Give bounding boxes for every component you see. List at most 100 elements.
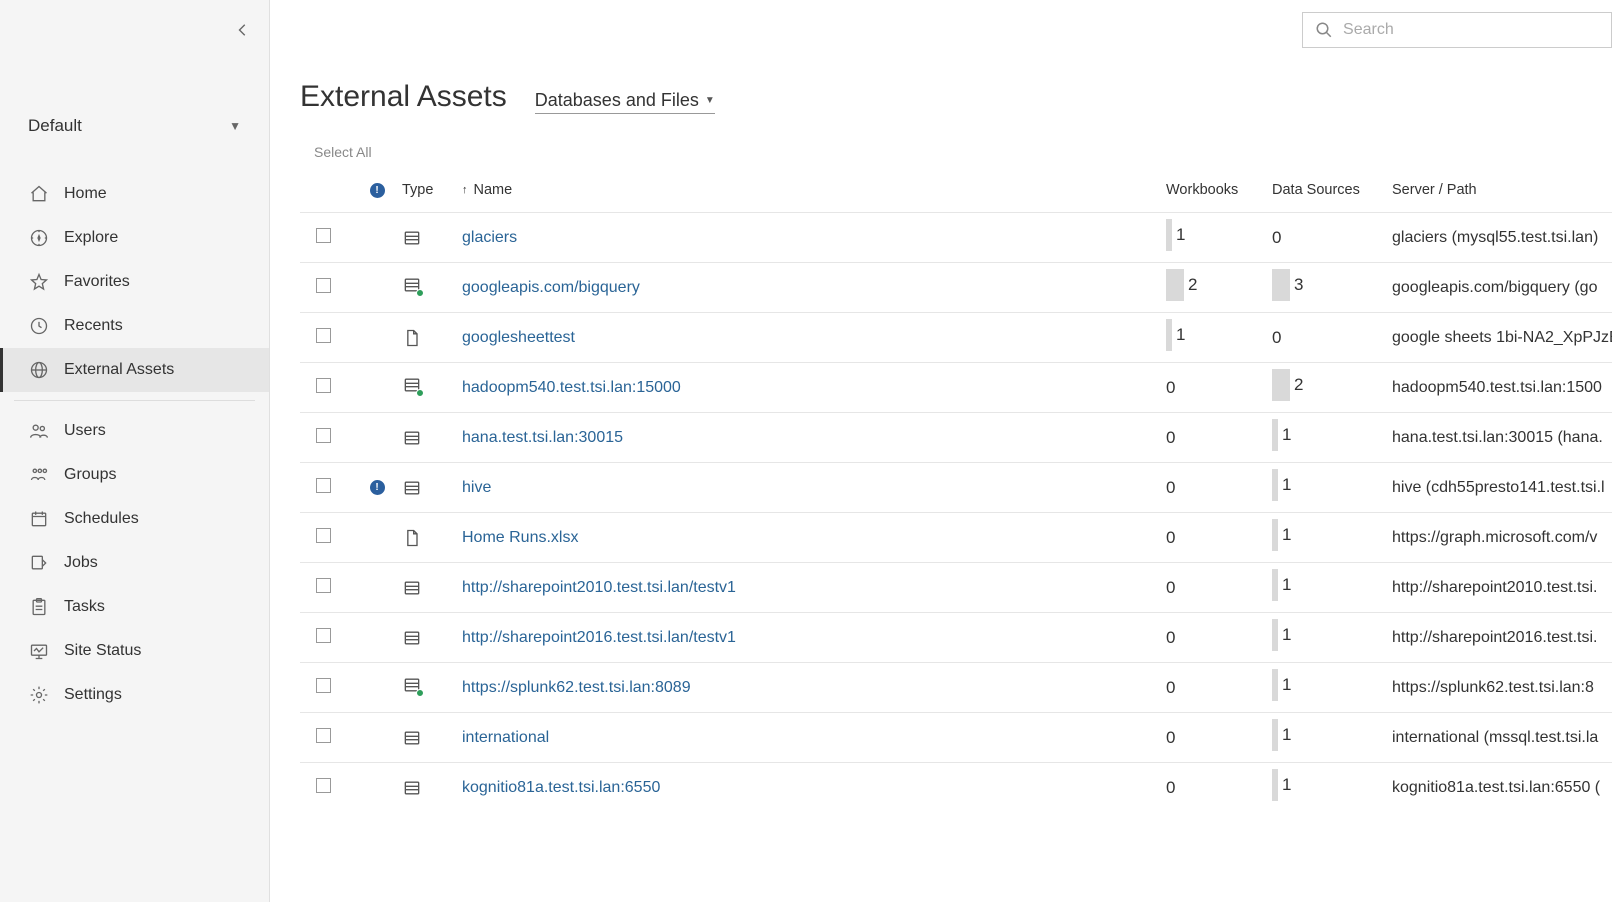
datasources-count: 0 — [1272, 328, 1281, 348]
asset-name-link[interactable]: googleapis.com/bigquery — [462, 279, 640, 297]
users-icon — [28, 420, 50, 442]
search-icon — [1315, 20, 1333, 40]
table-row: glaciers 1 0 glaciers (mysql55.test.tsi.… — [300, 212, 1612, 262]
datasources-count: 1 — [1272, 469, 1291, 501]
workbooks-count: 0 — [1166, 778, 1175, 798]
nav-item-jobs[interactable]: Jobs — [0, 541, 269, 585]
table-row: ! hive 0 1 hive (cdh55presto141.test.tsi… — [300, 462, 1612, 512]
server-path: https://splunk62.test.tsi.lan:8 — [1392, 679, 1594, 696]
workbooks-count: 1 — [1166, 319, 1185, 351]
server-path: http://sharepoint2016.test.tsi. — [1392, 629, 1597, 646]
row-checkbox[interactable] — [316, 628, 331, 643]
nav-item-schedules[interactable]: Schedules — [0, 497, 269, 541]
nav-item-tasks[interactable]: Tasks — [0, 585, 269, 629]
asset-name-link[interactable]: http://sharepoint2016.test.tsi.lan/testv… — [462, 629, 736, 647]
workbooks-count: 0 — [1166, 378, 1175, 398]
asset-name-link[interactable]: googlesheettest — [462, 329, 575, 347]
site-name: Default — [28, 116, 82, 136]
nav-item-groups[interactable]: Groups — [0, 453, 269, 497]
jobs-icon — [28, 552, 50, 574]
nav-item-home[interactable]: Home — [0, 172, 269, 216]
page-title: External Assets — [300, 80, 507, 114]
page-header: External Assets Databases and Files ▼ — [300, 80, 1612, 114]
server-path: kognitio81a.test.tsi.lan:6550 ( — [1392, 779, 1600, 796]
asset-name-link[interactable]: http://sharepoint2010.test.tsi.lan/testv… — [462, 579, 736, 597]
alert-icon: ! — [370, 480, 385, 495]
asset-name-link[interactable]: https://splunk62.test.tsi.lan:8089 — [462, 679, 691, 697]
server-path: international (mssql.test.tsi.la — [1392, 729, 1598, 746]
nav-item-site-status[interactable]: Site Status — [0, 629, 269, 673]
nav-item-favorites[interactable]: Favorites — [0, 260, 269, 304]
col-path-header[interactable]: Server / Path — [1392, 182, 1612, 198]
select-all-button[interactable]: Select All — [300, 144, 1612, 160]
db-icon — [402, 628, 462, 648]
row-checkbox[interactable] — [316, 428, 331, 443]
asset-name-link[interactable]: hadoopm540.test.tsi.lan:15000 — [462, 379, 681, 397]
nav-item-explore[interactable]: Explore — [0, 216, 269, 260]
datasources-count: 1 — [1272, 519, 1291, 551]
row-checkbox[interactable] — [316, 378, 331, 393]
nav-label: Explore — [64, 229, 118, 247]
nav-label: Groups — [64, 466, 116, 484]
workbooks-count: 0 — [1166, 428, 1175, 448]
chevron-left-icon — [236, 23, 250, 37]
datasources-count: 1 — [1272, 569, 1291, 601]
col-workbooks-header[interactable]: Workbooks — [1166, 182, 1272, 198]
asset-name-link[interactable]: hive — [462, 479, 491, 497]
search-box[interactable] — [1302, 12, 1612, 48]
gear-icon — [28, 684, 50, 706]
nav-item-recents[interactable]: Recents — [0, 304, 269, 348]
asset-name-link[interactable]: international — [462, 729, 549, 747]
row-checkbox[interactable] — [316, 228, 331, 243]
server-path: hive (cdh55presto141.test.tsi.l — [1392, 479, 1605, 496]
table-row: http://sharepoint2016.test.tsi.lan/testv… — [300, 612, 1612, 662]
nav-label: Users — [64, 422, 106, 440]
row-checkbox[interactable] — [316, 478, 331, 493]
nav-label: Settings — [64, 686, 122, 704]
datasources-count: 0 — [1272, 228, 1281, 248]
asset-filter-dropdown[interactable]: Databases and Files ▼ — [535, 90, 715, 114]
asset-name-link[interactable]: hana.test.tsi.lan:30015 — [462, 429, 623, 447]
workbooks-count: 2 — [1166, 269, 1197, 301]
file-icon — [402, 328, 462, 348]
collapse-sidebar-button[interactable] — [231, 18, 255, 42]
asset-name-link[interactable]: glaciers — [462, 229, 517, 247]
db-icon — [402, 478, 462, 498]
col-type-header[interactable]: Type — [402, 182, 462, 198]
nav-label: External Assets — [64, 361, 174, 379]
db-icon — [402, 778, 462, 798]
workbooks-count: 0 — [1166, 678, 1175, 698]
workbooks-count: 0 — [1166, 728, 1175, 748]
sidebar: Default ▼ Home Explore Favorites Recents Ext… — [0, 0, 270, 902]
alert-header-icon: ! — [370, 183, 385, 198]
nav-label: Favorites — [64, 273, 130, 291]
file-icon — [402, 528, 462, 548]
col-datasources-header[interactable]: Data Sources — [1272, 182, 1392, 198]
table-row: googleapis.com/bigquery 2 3 googleapis.c… — [300, 262, 1612, 312]
asset-name-link[interactable]: kognitio81a.test.tsi.lan:6550 — [462, 779, 660, 797]
filter-label: Databases and Files — [535, 90, 699, 111]
db-icon — [402, 578, 462, 598]
nav-item-external-assets[interactable]: External Assets — [0, 348, 269, 392]
table-row: googlesheettest 1 0 google sheets 1bi-NA… — [300, 312, 1612, 362]
row-checkbox[interactable] — [316, 528, 331, 543]
db-icon — [402, 728, 462, 748]
row-checkbox[interactable] — [316, 278, 331, 293]
search-input[interactable] — [1343, 21, 1599, 39]
site-selector[interactable]: Default ▼ — [28, 116, 241, 142]
row-checkbox[interactable] — [316, 678, 331, 693]
nav-item-users[interactable]: Users — [0, 409, 269, 453]
col-alert: ! — [352, 183, 402, 198]
col-name-header[interactable]: ↑ Name — [462, 182, 1166, 198]
row-checkbox[interactable] — [316, 578, 331, 593]
chevron-down-icon: ▼ — [705, 95, 715, 106]
assets-table: ! Type ↑ Name Workbooks Data Sources Ser… — [300, 182, 1612, 812]
row-checkbox[interactable] — [316, 778, 331, 793]
row-checkbox[interactable] — [316, 328, 331, 343]
asset-name-link[interactable]: Home Runs.xlsx — [462, 529, 578, 547]
workbooks-count: 0 — [1166, 528, 1175, 548]
row-checkbox[interactable] — [316, 728, 331, 743]
nav-item-settings[interactable]: Settings — [0, 673, 269, 717]
server-path: hana.test.tsi.lan:30015 (hana. — [1392, 429, 1603, 446]
calendar-icon — [28, 508, 50, 530]
